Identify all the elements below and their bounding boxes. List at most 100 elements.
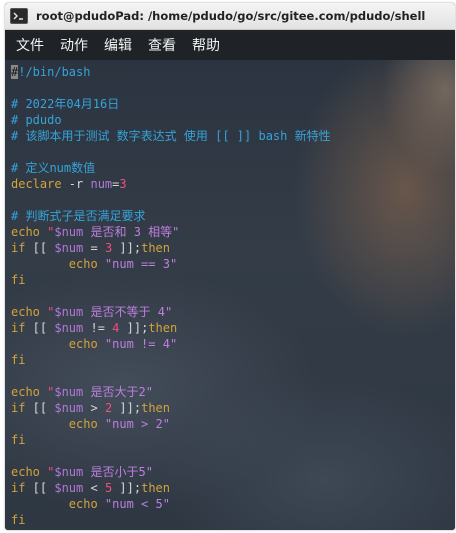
code-token: 是否大于2" <box>83 385 153 399</box>
code-token: # 2022年04月16日 <box>11 97 120 111</box>
code-token: 是否小于5" <box>83 465 153 479</box>
code-token: then <box>148 321 178 335</box>
terminal-app-icon <box>10 8 28 24</box>
code-token: = <box>83 241 105 255</box>
code-line: # 定义num数值 <box>11 160 331 176</box>
menu-file[interactable]: 文件 <box>16 33 44 57</box>
code-token: echo <box>11 497 98 511</box>
code-token: < <box>83 481 105 495</box>
code-token: then <box>141 401 170 415</box>
code-line: fi <box>11 512 331 528</box>
code-line: echo "$num 是否小于5" <box>11 464 331 480</box>
code-token: $num <box>54 225 84 239</box>
code-token: ]]; <box>119 321 149 335</box>
menu-bar: 文件 动作 编辑 查看 帮助 <box>5 30 455 60</box>
code-token: " <box>39 305 55 319</box>
code-token: $num <box>54 401 84 415</box>
code-token: " <box>39 225 55 239</box>
code-token: num <box>90 177 113 191</box>
code-line: echo "$num 是否不等于 4" <box>11 304 331 320</box>
code-token: # 判断式子是否满足要求 <box>11 209 146 223</box>
code-token: 是否不等于 4" <box>83 305 173 319</box>
menu-actions[interactable]: 动作 <box>60 33 88 57</box>
code-token: [[ <box>25 401 55 415</box>
code-line: echo "$num 是否和 3 相等" <box>11 224 331 240</box>
code-line: if [[ $num > 2 ]];then <box>11 400 331 416</box>
code-token: ]]; <box>112 401 142 415</box>
code-line: if [[ $num = 3 ]];then <box>11 240 331 256</box>
code-token: then <box>141 241 170 255</box>
code-text[interactable]: #!/bin/bash # 2022年04月16日 # pdudo # 该脚本用于测… <box>11 64 331 528</box>
code-line: echo "num != 4" <box>11 336 331 352</box>
code-token: ]]; <box>112 481 142 495</box>
code-token: $num <box>54 321 84 335</box>
code-token: $num <box>54 385 84 399</box>
code-token: "num == 3" <box>97 257 178 271</box>
code-token: echo <box>11 305 40 319</box>
code-token: if <box>11 401 26 415</box>
code-token: 3 <box>119 177 127 191</box>
code-token: if <box>11 241 26 255</box>
menu-edit[interactable]: 编辑 <box>104 33 132 57</box>
code-token: echo <box>11 465 40 479</box>
code-line: echo "$num 是否大于2" <box>11 384 331 400</box>
code-line: fi <box>11 272 331 288</box>
code-token: -r <box>61 177 91 191</box>
code-line: # 2022年04月16日 <box>11 96 331 112</box>
menu-help[interactable]: 帮助 <box>192 33 220 57</box>
terminal-area[interactable]: #!/bin/bash # 2022年04月16日 # pdudo # 该脚本用于测… <box>5 60 455 530</box>
code-token: "num < 5" <box>97 497 170 511</box>
code-token: echo <box>11 417 98 431</box>
code-token: " <box>39 385 55 399</box>
code-line: declare -r num=3 <box>11 176 331 192</box>
code-line: # 判断式子是否满足要求 <box>11 208 331 224</box>
menu-view[interactable]: 查看 <box>148 33 176 57</box>
code-token: echo <box>11 225 40 239</box>
code-token: declare <box>11 177 62 191</box>
terminal-window: root@pdudoPad: /home/pdudo/go/src/gitee.… <box>5 3 455 530</box>
code-token: $num <box>54 481 84 495</box>
code-token: ]]; <box>112 241 142 255</box>
code-token: [[ <box>25 321 55 335</box>
code-token: if <box>11 481 26 495</box>
code-token: [[ <box>25 241 55 255</box>
code-line: echo "num < 5" <box>11 496 331 512</box>
window-title: root@pdudoPad: /home/pdudo/go/src/gitee.… <box>36 9 426 23</box>
code-token: # pdudo <box>11 113 62 127</box>
code-token: $num <box>54 241 84 255</box>
code-token: if <box>11 321 26 335</box>
code-token: > <box>83 401 105 415</box>
code-line: echo "num > 2" <box>11 416 331 432</box>
code-line: if [[ $num < 5 ]];then <box>11 480 331 496</box>
code-token: fi <box>11 513 26 527</box>
code-line: echo "num == 3" <box>11 256 331 272</box>
code-line: # pdudo <box>11 112 331 128</box>
code-token: fi <box>11 353 26 367</box>
code-token: "num != 4" <box>97 337 178 351</box>
code-token: "num > 2" <box>97 417 170 431</box>
code-token: # 定义num数值 <box>11 161 96 175</box>
code-token: echo <box>11 337 98 351</box>
code-line: # 该脚本用于测试 数字表达式 使用 [[ ]] bash 新特性 <box>11 128 331 144</box>
code-token: " <box>39 465 55 479</box>
code-token: $num <box>54 465 84 479</box>
code-token: echo <box>11 385 40 399</box>
code-token: $num <box>54 305 84 319</box>
code-token: # 该脚本用于测试 数字表达式 使用 [[ ]] bash 新特性 <box>11 129 331 143</box>
code-token: != <box>83 321 113 335</box>
code-line: if [[ $num != 4 ]];then <box>11 320 331 336</box>
code-token: !/bin/bash <box>18 65 91 79</box>
code-token: 是否和 3 相等" <box>83 225 180 239</box>
code-token: then <box>141 481 170 495</box>
code-token: echo <box>11 257 98 271</box>
title-bar[interactable]: root@pdudoPad: /home/pdudo/go/src/gitee.… <box>5 3 455 30</box>
code-line: fi <box>11 352 331 368</box>
code-line: #!/bin/bash <box>11 64 331 80</box>
code-line: fi <box>11 432 331 448</box>
